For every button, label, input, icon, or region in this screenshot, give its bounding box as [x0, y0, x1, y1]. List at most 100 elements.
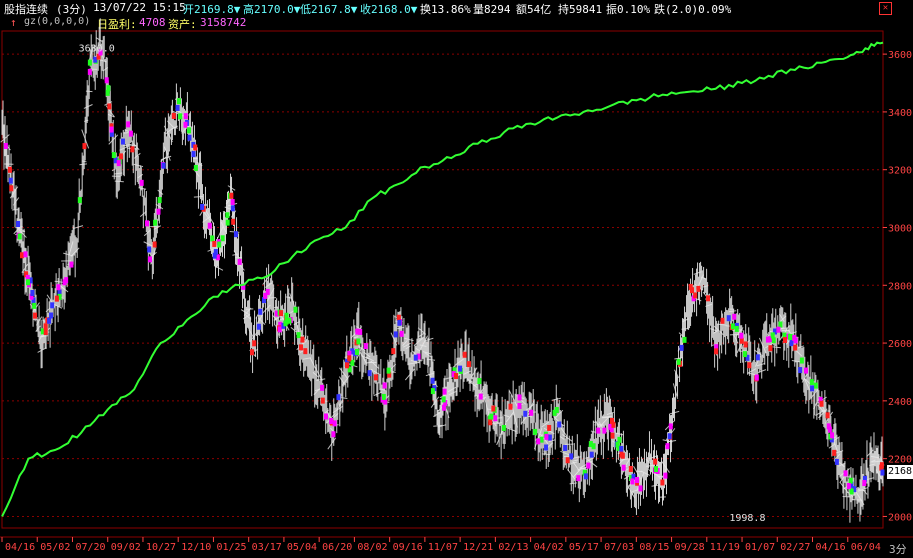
- current-price-badge: 2168: [887, 465, 913, 479]
- x-tick-label: 05/04: [287, 542, 317, 553]
- signal-marker: [430, 388, 435, 395]
- signal-marker: [7, 166, 12, 173]
- signal-marker: [393, 331, 398, 338]
- signal-marker: [813, 382, 818, 389]
- y-tick-label: 3400: [888, 108, 912, 119]
- signal-marker: [283, 320, 288, 327]
- x-tick-label: 06/20: [322, 542, 352, 553]
- x-tick-label: 12/10: [181, 542, 211, 553]
- signal-marker: [793, 344, 798, 351]
- signal-marker: [523, 410, 528, 417]
- signal-marker: [382, 382, 387, 389]
- price-tick: [681, 328, 688, 330]
- signal-marker: [879, 462, 884, 469]
- signal-markers: [3, 49, 885, 495]
- x-axis: 04/16 05/02 07/20 09/02 10/27 12/10 01/25 03/17…: [0, 536, 913, 553]
- signal-marker: [287, 317, 292, 324]
- x-tick-label: 09/28: [675, 542, 705, 553]
- max-price-label: 3630.0: [79, 43, 115, 54]
- signal-marker: [544, 433, 549, 440]
- signal-marker: [776, 326, 781, 333]
- signal-marker: [478, 393, 483, 400]
- x-tick-label: 11/07: [428, 542, 458, 553]
- signal-marker: [220, 235, 225, 242]
- signal-marker: [32, 302, 37, 309]
- signal-marker: [161, 162, 166, 169]
- signal-marker: [739, 332, 744, 339]
- signal-marker: [256, 323, 261, 330]
- signal-marker: [106, 85, 111, 92]
- signal-marker: [517, 403, 522, 410]
- x-tick-label: 09/16: [393, 542, 423, 553]
- signal-marker: [200, 203, 205, 210]
- signal-marker: [610, 432, 615, 439]
- signal-marker: [743, 341, 748, 348]
- signal-marker: [734, 325, 739, 332]
- signal-marker: [430, 377, 435, 384]
- signal-marker: [880, 469, 885, 476]
- signal-marker: [696, 285, 701, 292]
- signal-marker: [638, 485, 643, 492]
- signal-marker: [547, 434, 552, 441]
- period-selector[interactable]: 3分: [889, 541, 907, 557]
- signal-marker: [156, 208, 161, 215]
- signal-marker: [489, 413, 494, 420]
- signal-marker: [171, 112, 176, 119]
- signal-marker: [788, 333, 793, 340]
- signal-marker: [175, 104, 180, 111]
- signal-marker: [77, 197, 82, 204]
- signal-marker: [819, 400, 824, 407]
- signal-marker: [69, 261, 74, 268]
- signal-marker: [569, 453, 574, 460]
- signal-marker: [120, 138, 125, 145]
- signal-marker: [529, 409, 534, 416]
- signal-marker: [493, 415, 498, 422]
- signal-marker: [462, 351, 467, 358]
- signal-marker: [533, 428, 538, 435]
- kline-chart[interactable]: 2000 2200 2400 2600 2800 3000 3200 3400 3600 04/…: [0, 0, 913, 558]
- equity-line: [1, 41, 884, 517]
- signal-marker: [742, 351, 747, 358]
- signal-marker: [466, 361, 471, 368]
- signal-marker: [557, 421, 562, 428]
- signal-marker: [8, 177, 13, 184]
- signal-marker: [347, 355, 352, 362]
- signal-marker: [320, 397, 325, 404]
- y-tick-label: 2200: [888, 455, 912, 466]
- signal-marker: [770, 332, 775, 339]
- signal-marker: [491, 405, 496, 412]
- signal-marker: [782, 336, 787, 343]
- signal-marker: [191, 151, 196, 158]
- signal-marker: [183, 113, 188, 120]
- signal-marker: [210, 235, 215, 242]
- x-tick-label: 06/04: [851, 542, 881, 553]
- signal-marker: [617, 436, 622, 443]
- x-tick-label: 02/13: [498, 542, 528, 553]
- x-tick-label: 03/17: [252, 542, 282, 553]
- signal-marker: [23, 251, 28, 258]
- y-tick-label: 3600: [888, 50, 912, 61]
- signal-marker: [207, 222, 212, 229]
- signal-marker: [732, 313, 737, 320]
- signal-marker: [64, 277, 69, 284]
- signal-marker: [588, 441, 593, 448]
- signal-marker: [157, 197, 162, 204]
- signal-marker: [628, 465, 633, 472]
- signal-marker: [187, 127, 192, 134]
- signal-marker: [676, 358, 681, 365]
- signal-marker: [3, 142, 8, 149]
- price-bars: [0, 18, 885, 523]
- signal-marker: [130, 146, 135, 153]
- signal-marker: [547, 424, 552, 431]
- signal-marker: [413, 354, 418, 361]
- signal-marker: [82, 143, 87, 150]
- signal-marker: [536, 438, 541, 445]
- signal-marker: [252, 340, 257, 347]
- signal-marker: [563, 444, 568, 451]
- y-tick-label: 2400: [888, 397, 912, 408]
- signal-marker: [386, 367, 391, 374]
- signal-marker: [809, 379, 814, 386]
- signal-marker: [345, 362, 350, 369]
- signal-marker: [576, 475, 581, 482]
- signal-marker: [258, 308, 263, 315]
